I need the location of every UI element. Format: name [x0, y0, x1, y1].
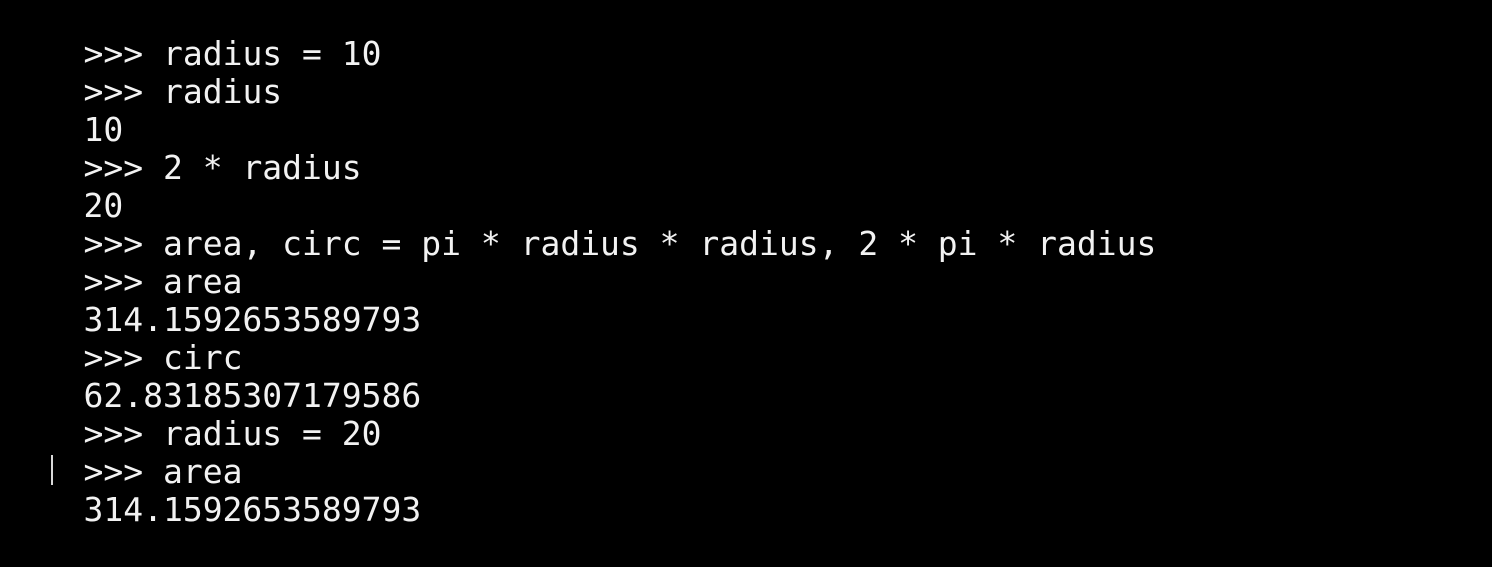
- repl-input: 2 * radius: [162, 148, 362, 187]
- repl-input: area, circ = pi * radius * radius, 2 * p…: [162, 224, 1157, 263]
- repl-prompt: >>>: [83, 262, 163, 301]
- repl-input: area: [162, 452, 243, 491]
- repl-prompt: >>>: [83, 34, 163, 73]
- repl-line: >>> radius = 10: [0, 0, 1492, 73]
- text-cursor: [51, 455, 53, 485]
- repl-line: >>> area, circ = pi * radius * radius, 2…: [0, 187, 1492, 263]
- repl-output: 314.1592653589793: [83, 300, 422, 339]
- repl-input: radius: [162, 72, 283, 111]
- repl-output: 10: [83, 110, 124, 149]
- repl-output: 20: [83, 186, 124, 225]
- python-repl-terminal[interactable]: >>> radius = 10 >>> radius 10 >>> 2 * ra…: [0, 0, 1492, 529]
- repl-prompt: >>>: [83, 148, 163, 187]
- repl-input: area: [162, 262, 243, 301]
- repl-line: >>> 2 * radius: [0, 111, 1492, 187]
- repl-input: circ: [162, 338, 243, 377]
- repl-prompt: >>>: [83, 452, 163, 491]
- repl-prompt: >>>: [83, 414, 163, 453]
- repl-prompt: >>>: [83, 72, 163, 111]
- repl-output: 314.1592653589793: [83, 490, 422, 529]
- repl-input: radius = 20: [162, 414, 382, 453]
- repl-prompt: >>>: [83, 338, 163, 377]
- repl-prompt: >>>: [83, 224, 163, 263]
- repl-output: 62.83185307179586: [83, 376, 422, 415]
- repl-input: radius = 10: [162, 34, 382, 73]
